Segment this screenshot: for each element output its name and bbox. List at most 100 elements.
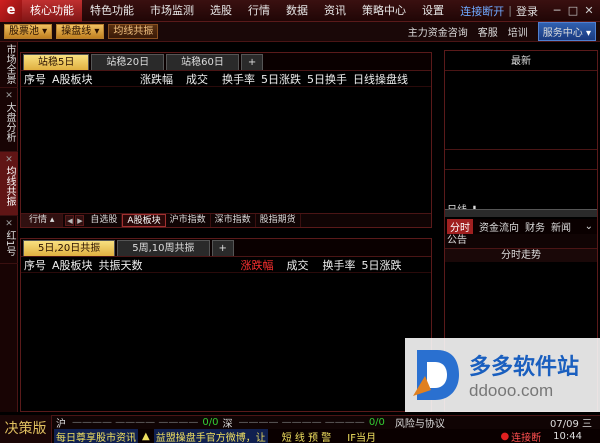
col-index[interactable]: 序号 (21, 71, 49, 87)
trade-line-button[interactable]: 操盘线 ▾ (56, 24, 105, 39)
menu-stock-select[interactable]: 选股 (202, 0, 240, 22)
close-icon[interactable]: ✕ (582, 4, 596, 18)
col-turnover[interactable]: 换手率 (320, 257, 359, 273)
top-menu-bar: e 核心功能 特色功能 市场监测 选股 行情 数据 资讯 策略中心 设置 连接断… (0, 0, 600, 22)
tab-finance[interactable]: 财务 (525, 219, 545, 234)
menu-special[interactable]: 特色功能 (82, 0, 142, 22)
connection-icon: ● (500, 430, 510, 442)
add-tab-button[interactable]: + (211, 240, 234, 256)
time-display: 10:44 (553, 430, 582, 442)
vtab-red-1[interactable]: ✕ 红1号 (0, 216, 18, 264)
top-sector-panel: 站稳5日 站稳20日 站稳60日 + 序号 A股板块 涨跌幅 成交 换手率 5日… (20, 52, 432, 228)
trade-line-label: 操盘线 (61, 26, 92, 37)
right-tab-bar: 分时 资金流向 财务 新闻 ⌄ (445, 219, 597, 234)
col-sector[interactable]: A股板块 (49, 257, 96, 273)
tab-5w-10w-resonance[interactable]: 5周,10周共振 (117, 240, 210, 256)
watchlist-tab[interactable]: 自选股 (86, 214, 123, 227)
col-turnover[interactable]: 换手率 (219, 71, 258, 87)
col-change-pct[interactable]: 涨跌幅 (238, 257, 284, 273)
news-ticker-2[interactable]: 益盟操盘手官方微博，让 (153, 428, 268, 443)
tab-intraday[interactable]: 分时 (447, 219, 473, 234)
intraday-trend-title: 分时走势 (445, 248, 597, 262)
watermark: 多多软件站 ddooo.com (405, 338, 600, 412)
tab-stand-20d[interactable]: 站稳20日 (91, 54, 165, 70)
stock-pool-button[interactable]: 股票池 ▾ (4, 24, 53, 39)
tab-stand-5d[interactable]: 站稳5日 (23, 54, 90, 70)
col-5d-turnover[interactable]: 5日换手 (304, 71, 350, 87)
edition-label: 决策版 (0, 415, 52, 443)
maximize-icon[interactable]: □ (566, 4, 580, 18)
close-icon[interactable]: ✕ (0, 154, 18, 166)
collapse-icon[interactable]: ⌄ (585, 221, 597, 232)
vtab-label: 均线共振 (4, 166, 15, 206)
status-bar-top: 沪 ———— ———— ———— 0/0 深 ———— ———— ———— 0/… (0, 415, 600, 430)
capital-consult-link[interactable]: 主力资金咨询 (408, 24, 468, 39)
connection-status[interactable]: 连接断开 (456, 3, 508, 19)
menu-quotes[interactable]: 行情 (240, 0, 278, 22)
menu-news[interactable]: 资讯 (316, 0, 354, 22)
connection-status-text[interactable]: 连接断 (511, 429, 541, 443)
vtab-label: 市场全景 (4, 44, 15, 84)
index-futures-tab[interactable]: 股指期货 (256, 214, 301, 227)
vtab-index-analysis[interactable]: ✕ 大盘分析 (0, 88, 18, 152)
scroll-left-icon[interactable]: ◀ (65, 215, 75, 226)
watermark-name: 多多软件站 (469, 355, 580, 380)
col-resonance-days[interactable]: 共振天数 (96, 257, 238, 273)
sz-count: 0/0 (368, 417, 385, 428)
menu-settings[interactable]: 设置 (414, 0, 452, 22)
vtab-label: 红1号 (4, 230, 15, 257)
tab-5d-20d-resonance[interactable]: 5日,20日共振 (23, 240, 116, 256)
announcement-link[interactable]: 公告 (445, 234, 597, 248)
menu-core[interactable]: 核心功能 (22, 0, 82, 22)
tab-capital-flow[interactable]: 资金流向 (479, 219, 519, 234)
quotes-tab[interactable]: 行情 ▴ (21, 214, 64, 227)
col-5d-change[interactable]: 5日涨跌 (258, 71, 304, 87)
quotes-tab-label: 行情 (29, 215, 48, 225)
vtab-ma-resonance[interactable]: ✕ 均线共振 (0, 152, 18, 216)
add-tab-button[interactable]: + (240, 54, 264, 70)
stock-pool-label: 股票池 (9, 26, 39, 37)
top-table-header: 序号 A股板块 涨跌幅 成交 换手率 5日涨跌 5日换手 日线操盘线 (21, 71, 431, 87)
sh-index-placeholder: ———— ———— ———— (72, 417, 199, 428)
horizontal-scrollbar[interactable] (445, 209, 597, 217)
ticker-icon: ▲ (142, 430, 150, 442)
news-ticker-1[interactable]: 每日尊享股市资讯 (54, 428, 138, 443)
col-index[interactable]: 序号 (21, 257, 49, 273)
ma-resonance-button[interactable]: 均线共振 (108, 24, 159, 39)
training-link[interactable]: 培训 (508, 24, 528, 39)
sh-count: 0/0 (202, 417, 219, 428)
if-month-link[interactable]: IF当月 (347, 429, 376, 443)
short-alert-link[interactable]: 短 线 预 警 (282, 429, 332, 443)
latest-title: 最新 (445, 51, 597, 71)
bottom-table-header: 序号 A股板块 共振天数 涨跌幅 成交 换手率 5日涨跌 (21, 257, 431, 273)
top-panel-bottom-tabs: 行情 ▴ ◀ ▶ 自选股 A股板块 沪市指数 深市指数 股指期货 (21, 213, 431, 227)
sh-index-tab[interactable]: 沪市指数 (166, 214, 211, 227)
col-volume[interactable]: 成交 (284, 257, 320, 273)
vtab-market-overview[interactable]: 市场全景 (0, 42, 18, 88)
menu-strategy[interactable]: 策略中心 (354, 0, 414, 22)
watermark-logo-icon (411, 346, 463, 404)
risk-agreement-link[interactable]: 风险与协议 (395, 415, 445, 430)
sz-index-tab[interactable]: 深市指数 (211, 214, 256, 227)
menu-data[interactable]: 数据 (278, 0, 316, 22)
col-5d-change[interactable]: 5日涨跌 (359, 257, 405, 273)
minimize-icon[interactable]: ─ (550, 4, 564, 18)
col-volume[interactable]: 成交 (183, 71, 219, 87)
right-tabs-area: 分时 资金流向 财务 新闻 ⌄ 公告 分时走势 (445, 219, 597, 262)
bottom-resonance-panel: 5日,20日共振 5周,10周共振 + 序号 A股板块 共振天数 涨跌幅 成交 … (20, 238, 432, 412)
close-icon[interactable]: ✕ (0, 218, 18, 230)
watermark-url: ddooo.com (469, 381, 554, 400)
login-link[interactable]: 登录 (512, 3, 542, 19)
a-share-sector-tab[interactable]: A股板块 (122, 214, 166, 227)
scroll-right-icon[interactable]: ▶ (75, 215, 85, 226)
col-sector[interactable]: A股板块 (49, 71, 137, 87)
secondary-toolbar: 股票池 ▾ 操盘线 ▾ 均线共振 主力资金咨询 客服 培训 服务中心 ▾ (0, 22, 600, 42)
tab-news[interactable]: 新闻 (551, 219, 571, 234)
col-daily-line[interactable]: 日线操盘线 (350, 71, 411, 87)
tab-stand-60d[interactable]: 站稳60日 (166, 54, 239, 70)
service-center-button[interactable]: 服务中心 ▾ (537, 22, 596, 41)
col-change-pct[interactable]: 涨跌幅 (137, 71, 183, 87)
close-icon[interactable]: ✕ (0, 90, 18, 102)
customer-service-link[interactable]: 客服 (478, 24, 498, 39)
menu-market-monitor[interactable]: 市场监测 (142, 0, 202, 22)
